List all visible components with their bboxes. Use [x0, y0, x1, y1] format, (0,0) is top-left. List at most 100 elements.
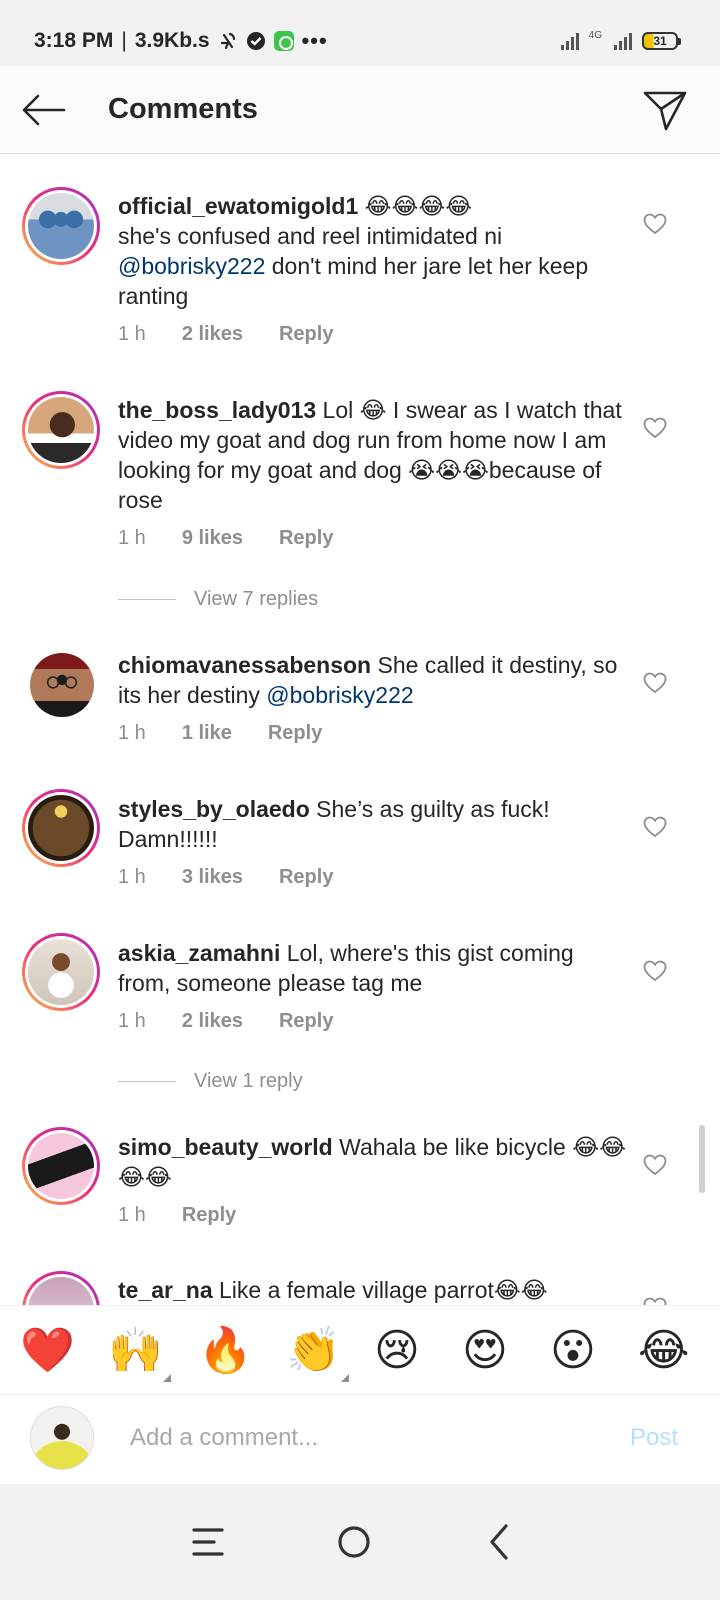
emoji-heart-button[interactable]: ❤️: [20, 1326, 75, 1376]
comment-body: the_boss_lady013 Lol 😂 I swear as I watc…: [118, 395, 628, 515]
share-button[interactable]: [642, 88, 688, 132]
comment-time: 1 h: [118, 323, 146, 345]
like-heart-icon[interactable]: [643, 417, 667, 439]
comment-likes[interactable]: 9 likes: [182, 527, 243, 550]
like-heart-icon[interactable]: [643, 1297, 667, 1305]
comment-likes[interactable]: 3 likes: [182, 866, 243, 889]
emoji-quick-bar: ❤️ 🙌 🔥 👏 😢 😍 😮 😂: [0, 1305, 720, 1395]
avatar[interactable]: [22, 1271, 100, 1305]
comment-username[interactable]: te_ar_na: [118, 1277, 213, 1303]
signal-icon: [560, 30, 579, 50]
comment-likes[interactable]: 1 like: [182, 722, 232, 745]
comment-body: official_ewatomigold1 😂😂😂😂 she's confuse…: [118, 191, 628, 311]
post-button[interactable]: Post: [630, 1424, 678, 1452]
reply-button[interactable]: Reply: [182, 1204, 236, 1227]
emoji-fire-button[interactable]: 🔥: [198, 1326, 253, 1376]
comment-username[interactable]: chiomavanessabenson: [118, 652, 371, 678]
comment-input[interactable]: [130, 1424, 570, 1452]
comment-body: askia_zamahni Lol, where's this gist com…: [118, 938, 628, 998]
reply-button[interactable]: Reply: [279, 527, 333, 550]
status-left: 3:18 PM | 3.9Kb.s •••: [34, 28, 328, 54]
emoji-crying-button[interactable]: 😢: [374, 1326, 420, 1376]
like-heart-icon[interactable]: [643, 816, 667, 838]
battery-icon: 31: [642, 32, 681, 50]
like-heart-icon[interactable]: [643, 1154, 667, 1176]
avatar-image: [28, 795, 94, 861]
comment-meta: 1 h 2 likes Reply: [118, 323, 333, 346]
comment-username[interactable]: simo_beauty_world: [118, 1134, 333, 1160]
current-user-avatar: [30, 1406, 94, 1470]
verified-icon: [246, 32, 265, 50]
avatar[interactable]: [22, 1127, 100, 1205]
avatar[interactable]: [30, 653, 94, 717]
comments-list[interactable]: official_ewatomigold1 😂😂😂😂 she's confuse…: [0, 155, 720, 1305]
comment-composer: Post: [0, 1396, 720, 1484]
avatar-image: [28, 193, 94, 259]
comment-text-line: she's confused and reel intimidated ni: [118, 223, 503, 249]
view-replies-button[interactable]: View 7 replies: [118, 588, 318, 611]
emoji-raised-hands-button[interactable]: 🙌: [108, 1326, 171, 1382]
like-heart-icon[interactable]: [643, 213, 667, 235]
avatar[interactable]: [22, 391, 100, 469]
status-time: 3:18 PM: [34, 29, 114, 52]
comment-time: 1 h: [118, 1204, 146, 1226]
comment-body: styles_by_olaedo She’s as guilty as fuck…: [118, 794, 628, 854]
view-replies-label: View 1 reply: [194, 1070, 303, 1092]
comment-text: 😂😂😂😂: [358, 193, 473, 219]
avatar[interactable]: [22, 933, 100, 1011]
reply-button[interactable]: Reply: [279, 323, 333, 346]
like-heart-icon[interactable]: [643, 960, 667, 982]
comment-meta: 1 h 9 likes Reply: [118, 527, 333, 550]
home-circle-icon: [338, 1526, 370, 1558]
system-navigation-bar: [0, 1484, 720, 1600]
avatar[interactable]: [22, 187, 100, 265]
comment-meta: 1 h 2 likes Reply: [118, 1010, 333, 1033]
comment-meta: 1 h Reply: [118, 1204, 236, 1227]
comment-body: chiomavanessabenson She called it destin…: [118, 650, 628, 710]
avatar-image: [28, 939, 94, 1005]
back-button[interactable]: [20, 88, 68, 132]
comment-mention[interactable]: @bobrisky222: [118, 253, 265, 279]
app-notification-icon: [273, 31, 294, 51]
view-replies-label: View 7 replies: [194, 588, 319, 610]
like-heart-icon[interactable]: [643, 672, 667, 694]
emoji-clap-button[interactable]: 👏: [286, 1326, 349, 1382]
avatar[interactable]: [22, 789, 100, 867]
comment-likes[interactable]: 2 likes: [182, 323, 243, 346]
status-bar: 3:18 PM | 3.9Kb.s ••• 4G 31: [0, 0, 720, 66]
status-separator: |: [121, 29, 127, 52]
comment-username[interactable]: the_boss_lady013: [118, 397, 316, 423]
status-notification-icons: •••: [218, 28, 328, 54]
emoji-surprised-button[interactable]: 😮: [550, 1326, 596, 1376]
comment-time: 1 h: [118, 722, 146, 744]
view-replies-button[interactable]: View 1 reply: [118, 1070, 303, 1093]
system-back-button[interactable]: [478, 1522, 522, 1562]
comment-meta: 1 h 1 like Reply: [118, 722, 322, 745]
status-right: 4G 31: [560, 30, 681, 50]
recent-apps-button[interactable]: [186, 1522, 230, 1562]
mute-icon: [220, 32, 235, 50]
scrollbar-thumb[interactable]: [699, 1125, 705, 1193]
menu-icon: [192, 1528, 224, 1556]
reply-button[interactable]: Reply: [279, 866, 333, 889]
comment-likes[interactable]: 2 likes: [182, 1010, 243, 1033]
page-title: Comments: [108, 93, 258, 125]
reply-button[interactable]: Reply: [268, 722, 322, 745]
header: Comments: [0, 66, 720, 154]
divider-line: [118, 1081, 176, 1082]
avatar-image: [28, 397, 94, 463]
reply-button[interactable]: Reply: [279, 1010, 333, 1033]
comment-body: simo_beauty_world Wahala be like bicycle…: [118, 1132, 628, 1192]
comment-time: 1 h: [118, 866, 146, 888]
comment-username[interactable]: askia_zamahni: [118, 940, 280, 966]
home-button[interactable]: [332, 1522, 376, 1562]
comment-username[interactable]: official_ewatomigold1: [118, 193, 358, 219]
comment-username[interactable]: styles_by_olaedo: [118, 796, 310, 822]
emoji-laughing-button[interactable]: 😂: [638, 1326, 689, 1376]
status-speed: 3.9Kb.s: [134, 29, 210, 52]
comment-meta: 1 h 3 likes Reply: [118, 866, 333, 889]
more-notifications-icon: •••: [301, 28, 328, 53]
back-arrow-icon: [22, 94, 66, 126]
comment-mention[interactable]: @bobrisky222: [266, 682, 413, 708]
emoji-heart-eyes-button[interactable]: 😍: [462, 1326, 508, 1376]
